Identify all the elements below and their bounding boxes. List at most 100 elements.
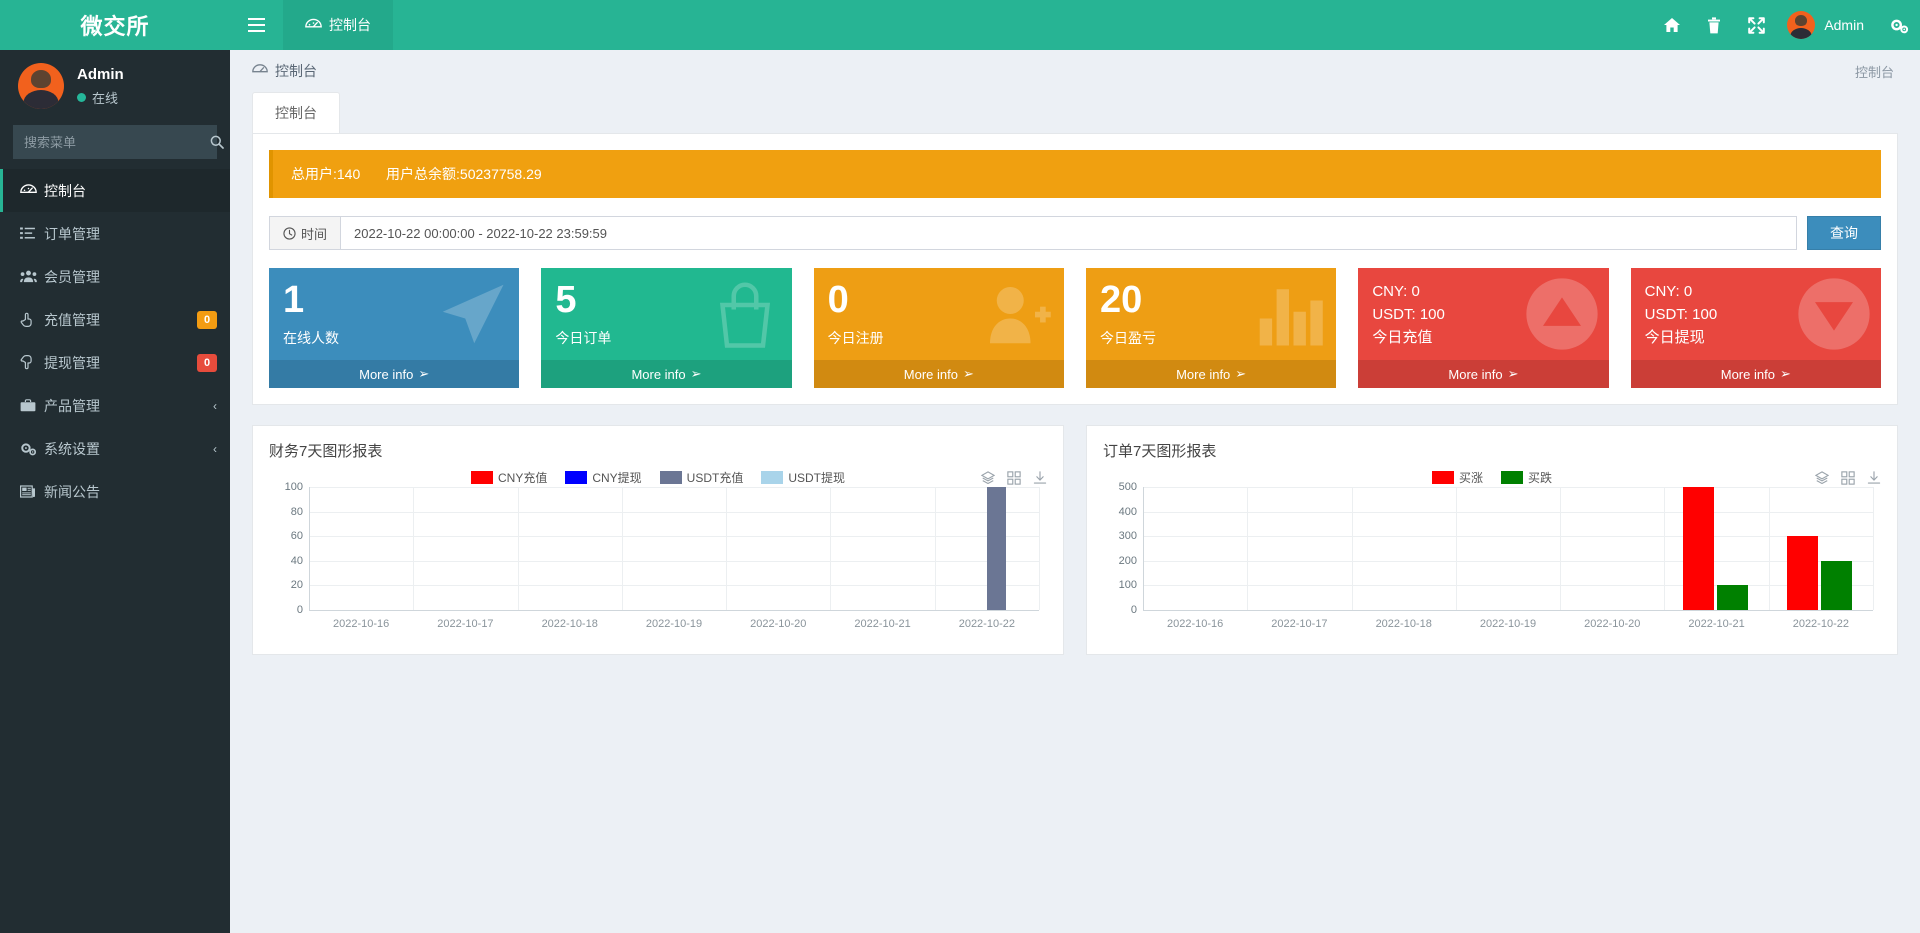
sidebar-item-news[interactable]: 新闻公告 bbox=[0, 470, 230, 513]
x-axis-tick-label: 2022-10-16 bbox=[1167, 618, 1223, 630]
stack-icon[interactable] bbox=[1815, 471, 1829, 488]
more-info-label: More info bbox=[631, 367, 685, 382]
arrow-circle-right-icon: ➢ bbox=[1508, 366, 1519, 382]
dashboard-icon bbox=[305, 18, 322, 32]
date-range-input[interactable]: 2022-10-22 00:00:00 - 2022-10-22 23:59:5… bbox=[340, 216, 1797, 250]
sidebar-item-withdraw[interactable]: 提现管理 0 bbox=[0, 341, 230, 384]
tab-strip: 控制台 bbox=[230, 92, 1920, 133]
sidebar-item-members[interactable]: 会员管理 bbox=[0, 255, 230, 298]
sidebar-item-label: 订单管理 bbox=[44, 224, 217, 244]
more-info-link[interactable]: More info ➢ bbox=[541, 360, 791, 388]
tab-dashboard[interactable]: 控制台 bbox=[252, 92, 340, 133]
x-axis-tick-label: 2022-10-22 bbox=[1793, 618, 1849, 630]
legend-item[interactable]: CNY充值 bbox=[471, 469, 547, 486]
gridline bbox=[309, 487, 310, 610]
gridline bbox=[830, 487, 831, 610]
arrow-circle-right-icon: ➢ bbox=[1780, 366, 1791, 382]
legend-swatch bbox=[565, 471, 587, 484]
more-info-link[interactable]: More info ➢ bbox=[1358, 360, 1608, 388]
y-axis-tick-label: 400 bbox=[1119, 506, 1137, 518]
page-title: 控制台 bbox=[275, 61, 317, 81]
gridline bbox=[1456, 487, 1457, 610]
legend-label: 买跌 bbox=[1528, 469, 1552, 486]
chevron-left-icon: ‹ bbox=[213, 442, 217, 456]
chart-legend: 买涨 买跌 bbox=[1103, 469, 1881, 486]
stat-card-online-users: 1 在线人数 More info ➢ bbox=[269, 268, 519, 388]
nav-tab-dashboard[interactable]: 控制台 bbox=[283, 0, 393, 50]
x-axis-tick-label: 2022-10-20 bbox=[1584, 618, 1640, 630]
sidebar-user-panel[interactable]: Admin 在线 bbox=[0, 50, 230, 125]
user-menu[interactable]: Admin bbox=[1777, 0, 1878, 50]
sidebar-avatar bbox=[18, 63, 64, 109]
more-info-link[interactable]: More info ➢ bbox=[1631, 360, 1881, 388]
gears-icon[interactable] bbox=[1878, 0, 1920, 50]
gridline bbox=[309, 561, 1039, 562]
chart-bar[interactable] bbox=[1717, 585, 1748, 610]
brand-logo[interactable]: 微交所 bbox=[0, 0, 230, 50]
grid-icon[interactable] bbox=[1841, 471, 1855, 488]
search-icon[interactable] bbox=[210, 135, 224, 149]
stack-icon[interactable] bbox=[981, 471, 995, 488]
sidebar-item-settings[interactable]: 系统设置 ‹ bbox=[0, 427, 230, 470]
download-icon[interactable] bbox=[1033, 471, 1047, 488]
legend-item[interactable]: USDT提现 bbox=[761, 469, 845, 486]
more-info-link[interactable]: More info ➢ bbox=[814, 360, 1064, 388]
arrow-up-circle-icon bbox=[1524, 276, 1600, 352]
dashboard-panel: 总用户:140 用户总余额:50237758.29 时间 bbox=[252, 133, 1898, 405]
sidebar-item-dashboard[interactable]: 控制台 bbox=[0, 169, 230, 212]
sidebar-item-products[interactable]: 产品管理 ‹ bbox=[0, 384, 230, 427]
sidebar-toggle-button[interactable] bbox=[230, 0, 283, 50]
sidebar-item-recharge[interactable]: 充值管理 0 bbox=[0, 298, 230, 341]
legend-item[interactable]: 买涨 bbox=[1432, 469, 1483, 486]
shopping-bag-icon bbox=[707, 276, 783, 352]
chart-panel-finance: 财务7天图形报表 CNY充值 CNY提现 USDT充值 USDT提现 bbox=[252, 425, 1064, 655]
gears-icon bbox=[20, 441, 44, 456]
chart-plot: 01002003004005002022-10-162022-10-172022… bbox=[1143, 487, 1873, 610]
chart-bar[interactable] bbox=[1821, 561, 1852, 610]
arrow-down-circle-icon bbox=[1796, 276, 1872, 352]
chart-bar[interactable] bbox=[1683, 487, 1714, 610]
home-icon[interactable] bbox=[1651, 0, 1693, 50]
chart-legend: CNY充值 CNY提现 USDT充值 USDT提现 bbox=[269, 469, 1047, 486]
y-axis-tick-label: 100 bbox=[1119, 579, 1137, 591]
chart-bar[interactable] bbox=[987, 487, 1006, 610]
gridline bbox=[1143, 610, 1873, 611]
legend-item[interactable]: 买跌 bbox=[1501, 469, 1552, 486]
x-axis-tick-label: 2022-10-20 bbox=[750, 618, 806, 630]
dashboard-icon bbox=[252, 63, 268, 79]
more-info-link[interactable]: More info ➢ bbox=[269, 360, 519, 388]
fullscreen-icon[interactable] bbox=[1735, 0, 1777, 50]
search-input[interactable] bbox=[14, 135, 210, 150]
stat-card-today-recharge: CNY: 0 USDT: 100 今日充值 More i bbox=[1358, 268, 1608, 388]
total-users-text: 总用户:140 bbox=[291, 166, 360, 182]
chart-bar[interactable] bbox=[1787, 536, 1818, 610]
legend-item[interactable]: USDT充值 bbox=[660, 469, 744, 486]
gridline bbox=[1143, 487, 1144, 610]
more-info-label: More info bbox=[359, 367, 413, 382]
top-navbar: 微交所 控制台 bbox=[0, 0, 1920, 50]
more-info-link[interactable]: More info ➢ bbox=[1086, 360, 1336, 388]
sidebar: Admin 在线 bbox=[0, 50, 230, 933]
avatar bbox=[1787, 11, 1815, 39]
nav-tab-dashboard-label: 控制台 bbox=[329, 15, 371, 35]
download-icon[interactable] bbox=[1867, 471, 1881, 488]
legend-swatch bbox=[1501, 471, 1523, 484]
legend-item[interactable]: CNY提现 bbox=[565, 469, 641, 486]
x-axis-tick-label: 2022-10-16 bbox=[333, 618, 389, 630]
gridline bbox=[622, 487, 623, 610]
gridline bbox=[1873, 487, 1874, 610]
chart-row: 财务7天图形报表 CNY充值 CNY提现 USDT充值 USDT提现 bbox=[252, 425, 1898, 655]
x-axis-tick-label: 2022-10-18 bbox=[542, 618, 598, 630]
sidebar-item-orders[interactable]: 订单管理 bbox=[0, 212, 230, 255]
y-axis-tick-label: 60 bbox=[291, 530, 303, 542]
trash-icon[interactable] bbox=[1693, 0, 1735, 50]
chart-toolbar bbox=[1815, 471, 1881, 488]
breadcrumb: 控制台 bbox=[1855, 62, 1894, 81]
chart-title: 财务7天图形报表 bbox=[269, 440, 1047, 461]
query-button[interactable]: 查询 bbox=[1807, 216, 1881, 250]
hand-down-icon bbox=[20, 355, 44, 370]
grid-icon[interactable] bbox=[1007, 471, 1021, 488]
y-axis-tick-label: 0 bbox=[1131, 604, 1137, 616]
chart-plot: 0204060801002022-10-162022-10-172022-10-… bbox=[309, 487, 1039, 610]
date-range-value: 2022-10-22 00:00:00 - 2022-10-22 23:59:5… bbox=[354, 226, 607, 241]
